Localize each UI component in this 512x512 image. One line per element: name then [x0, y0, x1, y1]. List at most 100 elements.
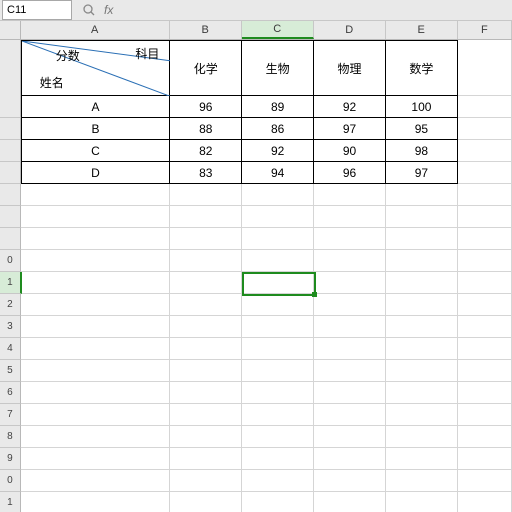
cell[interactable] [314, 272, 386, 294]
score-cell[interactable]: 82 [170, 140, 242, 162]
cell[interactable] [314, 426, 386, 448]
row-header[interactable] [0, 40, 21, 97]
cell[interactable] [170, 448, 242, 470]
cell[interactable] [314, 470, 386, 492]
subject-header[interactable]: 物理 [314, 40, 386, 96]
cell[interactable] [242, 338, 314, 360]
subject-header[interactable]: 数学 [386, 40, 458, 96]
cell[interactable] [21, 360, 170, 382]
cell[interactable] [21, 426, 170, 448]
cell[interactable] [386, 492, 458, 512]
cell[interactable] [170, 338, 242, 360]
name-cell[interactable]: B [21, 118, 171, 140]
cell[interactable] [386, 470, 458, 492]
cell[interactable] [242, 206, 314, 228]
cell[interactable] [458, 96, 512, 118]
cell[interactable] [21, 338, 170, 360]
cell[interactable] [21, 206, 170, 228]
col-header-A[interactable]: A [21, 21, 170, 39]
cell[interactable] [170, 360, 242, 382]
cell[interactable] [170, 382, 242, 404]
score-cell[interactable]: 97 [314, 118, 386, 140]
col-header-C[interactable]: C [242, 21, 314, 39]
cell[interactable] [21, 184, 170, 206]
cell[interactable] [21, 382, 170, 404]
cell[interactable] [386, 184, 458, 206]
row-header[interactable] [0, 96, 21, 118]
cell[interactable] [458, 162, 512, 184]
cell[interactable] [22, 272, 171, 294]
score-cell[interactable]: 98 [386, 140, 458, 162]
cell[interactable] [386, 338, 458, 360]
score-cell[interactable]: 92 [242, 140, 314, 162]
name-cell[interactable]: D [21, 162, 171, 184]
row-header[interactable] [0, 118, 21, 140]
cell[interactable] [386, 272, 458, 294]
cell[interactable] [314, 206, 386, 228]
cell[interactable] [458, 470, 512, 492]
cell[interactable] [242, 360, 314, 382]
row-header[interactable] [0, 162, 21, 184]
cell[interactable] [170, 316, 242, 338]
score-cell[interactable]: 90 [314, 140, 386, 162]
score-cell[interactable]: 83 [170, 162, 242, 184]
cell[interactable] [458, 492, 512, 512]
cell[interactable] [170, 294, 242, 316]
score-cell[interactable]: 88 [170, 118, 242, 140]
cell[interactable] [458, 118, 512, 140]
cell[interactable] [242, 228, 314, 250]
cell[interactable] [386, 206, 458, 228]
cell[interactable] [458, 250, 512, 272]
cell[interactable] [314, 294, 386, 316]
cell[interactable] [242, 184, 314, 206]
row-header[interactable]: 4 [0, 338, 21, 360]
score-cell[interactable]: 96 [314, 162, 386, 184]
cell[interactable] [386, 448, 458, 470]
cell[interactable] [242, 250, 314, 272]
cell[interactable] [386, 426, 458, 448]
row-header[interactable] [0, 228, 21, 250]
row-header[interactable]: 2 [0, 294, 21, 316]
col-header-D[interactable]: D [314, 21, 386, 39]
cell[interactable] [242, 448, 314, 470]
diagonal-header-cell[interactable]: 分数 科目 姓名 [21, 40, 171, 96]
col-header-B[interactable]: B [170, 21, 242, 39]
cell[interactable] [170, 250, 242, 272]
cell[interactable] [458, 338, 512, 360]
cell[interactable] [458, 184, 512, 206]
score-cell[interactable]: 96 [170, 96, 242, 118]
cell[interactable] [170, 404, 242, 426]
cell[interactable] [386, 360, 458, 382]
cell[interactable] [242, 470, 314, 492]
cell[interactable] [21, 294, 170, 316]
subject-header[interactable]: 生物 [242, 40, 314, 96]
cell[interactable] [386, 228, 458, 250]
cell[interactable] [21, 470, 170, 492]
cell[interactable] [21, 316, 170, 338]
row-header[interactable]: 0 [0, 250, 21, 272]
fx-icon[interactable]: fx [104, 3, 113, 17]
cell[interactable] [314, 316, 386, 338]
cell[interactable] [386, 382, 458, 404]
name-cell[interactable]: C [21, 140, 171, 162]
cell[interactable] [242, 294, 314, 316]
row-header[interactable]: 3 [0, 316, 21, 338]
col-header-F[interactable]: F [458, 21, 512, 39]
row-header[interactable]: 9 [0, 448, 21, 470]
cell[interactable] [21, 250, 170, 272]
cell[interactable] [314, 448, 386, 470]
score-cell[interactable]: 89 [242, 96, 314, 118]
cell[interactable] [386, 294, 458, 316]
cell[interactable] [314, 492, 386, 512]
cell[interactable] [242, 404, 314, 426]
row-header[interactable]: 7 [0, 404, 21, 426]
cell[interactable] [170, 492, 242, 512]
cell[interactable] [386, 316, 458, 338]
cell[interactable] [21, 448, 170, 470]
row-header[interactable] [0, 206, 21, 228]
cell[interactable] [458, 382, 512, 404]
row-header[interactable]: 8 [0, 426, 21, 448]
cell[interactable] [170, 272, 242, 294]
subject-header[interactable]: 化学 [170, 40, 242, 96]
row-header[interactable]: 5 [0, 360, 21, 382]
